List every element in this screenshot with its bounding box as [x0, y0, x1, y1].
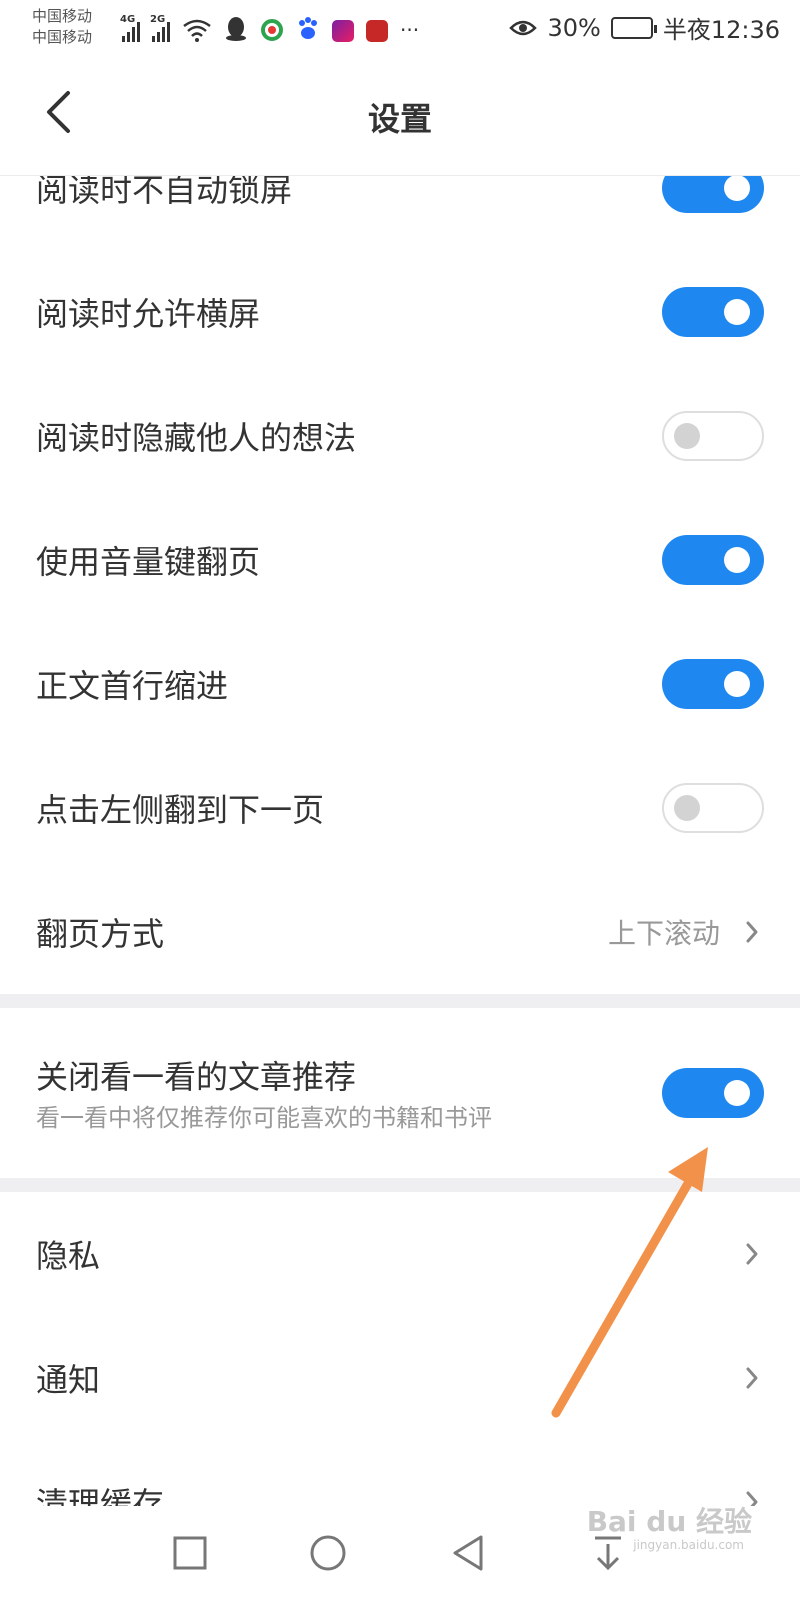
top-app-bar: 设置: [0, 56, 800, 176]
red-app-icon: [366, 20, 388, 42]
signal-4g-tag: 4G: [120, 14, 136, 25]
carrier-names: 中国移动 中国移动: [32, 6, 92, 48]
menu-label: 通知: [36, 1361, 101, 1399]
section-divider: [0, 1178, 800, 1192]
carrier-2: 中国移动: [32, 28, 93, 46]
status-right: 30% 半夜12:36: [509, 10, 780, 45]
triangle-back-icon: [453, 1535, 483, 1571]
battery-icon: [610, 16, 657, 39]
system-back-button[interactable]: [443, 1528, 493, 1578]
toggle-volume-key-turn[interactable]: [662, 535, 764, 585]
wifi-icon: [183, 19, 211, 42]
toggle-close-recommend[interactable]: [662, 1068, 764, 1118]
menu-row-notifications[interactable]: 通知: [0, 1316, 800, 1440]
clock: 半夜12:36: [662, 16, 780, 44]
setting-label: 阅读时允许横屏: [36, 295, 261, 333]
battery-percent: 30%: [547, 13, 601, 42]
toggle-allow-landscape[interactable]: [662, 287, 764, 337]
setting-row-tap-left-next: 点击左侧翻到下一页: [0, 746, 800, 870]
setting-row-hide-others-thoughts: 阅读时隐藏他人的想法: [0, 374, 800, 498]
setting-row-no-auto-lock: 阅读时不自动锁屏: [0, 176, 800, 250]
page-title: 设置: [367, 100, 432, 138]
setting-row-page-turn-mode[interactable]: 翻页方式 上下滚动: [0, 870, 800, 994]
setting-row-first-line-indent: 正文首行缩进: [0, 622, 800, 746]
carrier-1: 中国移动: [32, 7, 93, 25]
baidu-icon: [299, 17, 317, 39]
setting-label: 阅读时隐藏他人的想法: [36, 419, 357, 457]
home-button[interactable]: [303, 1528, 353, 1578]
settings-list[interactable]: 阅读时不自动锁屏 阅读时允许横屏 阅读时隐藏他人的想法 使用音量键翻页 正文首行…: [0, 176, 800, 1506]
setting-label: 关闭看一看的文章推荐: [36, 1058, 357, 1096]
signal-2g-tag: 2G: [150, 14, 166, 25]
page-turn-value: 上下滚动: [607, 917, 720, 950]
watermark-url: jingyan.baidu.com: [633, 1538, 744, 1552]
setting-sublabel: 看一看中将仅推荐你可能喜欢的书籍和书评: [36, 1104, 492, 1132]
setting-row-close-recommend: 关闭看一看的文章推荐 看一看中将仅推荐你可能喜欢的书籍和书评: [0, 1008, 800, 1178]
status-bar: 中国移动 中国移动 4G 2G ··· 30% 半夜12:36: [0, 0, 800, 56]
menu-label: 清理缓存: [36, 1485, 165, 1506]
menu-label: 隐私: [36, 1237, 101, 1275]
setting-label: 翻页方式: [36, 915, 165, 953]
section-divider: [0, 994, 800, 1008]
status-icons: 4G 2G ···: [120, 12, 420, 42]
video-app-icon: [332, 20, 354, 42]
chevron-right-icon: [740, 1237, 764, 1271]
setting-label: 使用音量键翻页: [36, 543, 261, 581]
menu-row-clear-cache[interactable]: 清理缓存: [0, 1440, 800, 1506]
signal-2g-icon: 2G: [150, 14, 170, 42]
setting-label: 阅读时不自动锁屏: [36, 176, 293, 209]
setting-row-allow-landscape: 阅读时允许横屏: [0, 250, 800, 374]
toggle-no-auto-lock[interactable]: [662, 176, 764, 213]
watermark: Bai du 经验: [586, 1505, 752, 1538]
setting-label: 点击左侧翻到下一页: [36, 791, 325, 829]
setting-row-volume-key-turn: 使用音量键翻页: [0, 498, 800, 622]
signal-4g-icon: 4G: [120, 14, 140, 42]
chevron-right-icon: [740, 915, 764, 949]
menu-row-privacy[interactable]: 隐私: [0, 1192, 800, 1316]
toggle-first-line-indent[interactable]: [662, 659, 764, 709]
recent-apps-button[interactable]: [165, 1528, 215, 1578]
qq-icon: [226, 17, 246, 41]
toggle-hide-others-thoughts[interactable]: [662, 411, 764, 461]
square-icon: [173, 1536, 207, 1570]
more-notifications-icon: ···: [400, 18, 420, 42]
app-ring-icon: [261, 19, 283, 41]
chevron-right-icon: [740, 1361, 764, 1395]
setting-label: 正文首行缩进: [36, 667, 229, 705]
eye-comfort-icon: [509, 20, 538, 35]
circle-icon: [310, 1535, 346, 1571]
toggle-tap-left-next[interactable]: [662, 783, 764, 833]
